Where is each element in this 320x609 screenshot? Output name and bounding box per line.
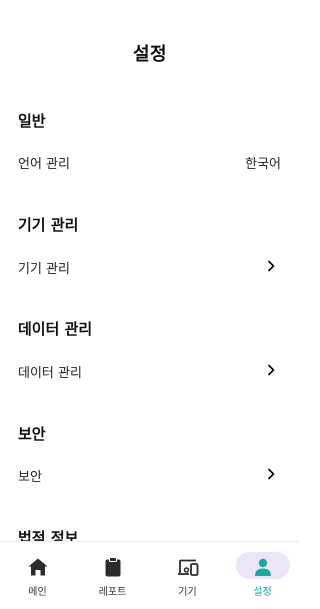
section-title-data: 데이터 관리 [18, 320, 93, 338]
nav-tab-settings[interactable]: 설정 [225, 542, 300, 609]
nav-tab-device[interactable]: 기기 [150, 542, 225, 609]
device-management-label: 기기 관리 [18, 262, 70, 277]
nav-tab-device-label: 기기 [178, 587, 197, 598]
bottom-navigation: 메인 레포트 기기 설정 [0, 541, 300, 609]
data-management-row[interactable]: 데이터 관리 [0, 354, 300, 386]
nav-tab-settings-label: 설정 [253, 587, 272, 598]
security-label: 보안 [18, 470, 42, 485]
page-title: 설정 [132, 44, 168, 65]
settings-screen: 설정 일반 언어 관리 한국어 기기 관리 기기 관리 데이터 관리 데이터 관… [0, 0, 300, 609]
language-setting-row[interactable]: 언어 관리 한국어 [0, 145, 300, 177]
language-setting-label: 언어 관리 [18, 157, 70, 172]
security-row[interactable]: 보안 [0, 458, 300, 490]
chevron-right-icon [268, 364, 275, 376]
chevron-right-icon [268, 260, 275, 272]
data-management-label: 데이터 관리 [18, 366, 82, 381]
nav-tab-report-label: 레포트 [98, 587, 127, 598]
chevron-right-icon [268, 468, 275, 480]
nav-tab-main[interactable]: 메인 [0, 542, 75, 609]
devices-icon [177, 559, 198, 576]
language-value: 한국어 [245, 157, 281, 172]
nav-tab-main-label: 메인 [28, 587, 47, 598]
section-title-device: 기기 관리 [18, 216, 79, 234]
person-icon [254, 558, 271, 576]
bottom-safe-area [0, 603, 300, 609]
section-title-security: 보안 [18, 425, 46, 443]
device-management-row[interactable]: 기기 관리 [0, 250, 300, 282]
nav-tab-report[interactable]: 레포트 [75, 542, 150, 609]
clipboard-icon [105, 557, 120, 577]
section-title-general: 일반 [18, 112, 46, 130]
home-icon [28, 558, 47, 576]
header: 설정 [0, 40, 300, 66]
